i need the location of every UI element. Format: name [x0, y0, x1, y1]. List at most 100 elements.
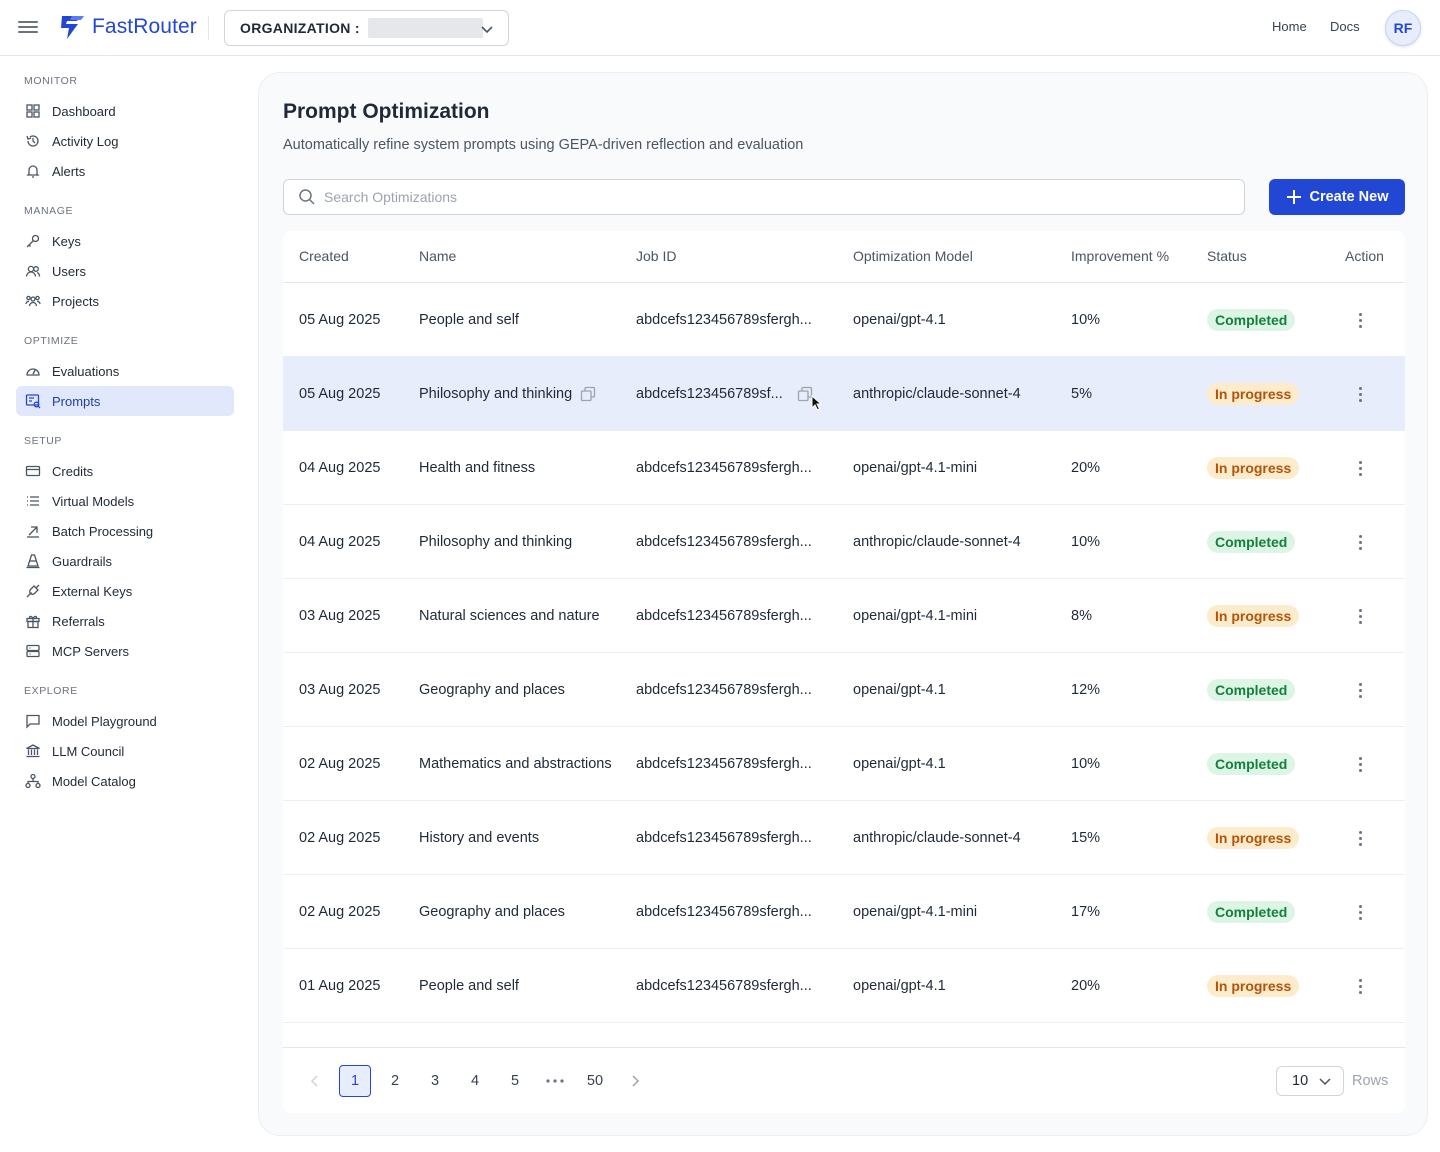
sidebar-item-activity-log[interactable]: Activity Log: [16, 126, 234, 156]
sidebar-item-credits[interactable]: Credits: [16, 456, 234, 486]
users-icon: [24, 262, 42, 280]
organization-select[interactable]: ORGANIZATION :: [224, 10, 509, 46]
sidebar-item-prompts[interactable]: Prompts: [16, 386, 234, 416]
table-row[interactable]: 02 Aug 2025 History and events abdcefs1234…: [283, 801, 1405, 875]
menu-icon[interactable]: [18, 18, 38, 38]
sidebar-item-evaluations[interactable]: Evaluations: [16, 356, 234, 386]
docs-link[interactable]: Docs: [1330, 19, 1360, 34]
page-button-5[interactable]: 5: [499, 1065, 531, 1097]
improvement-value: 10%: [1071, 312, 1101, 328]
table-row[interactable]: 04 Aug 2025 Philosophy and thinking abdcef…: [283, 505, 1405, 579]
table-row[interactable]: 05 Aug 2025 People and self abdcefs1234567…: [283, 283, 1405, 357]
cell-created: 02 Aug 2025: [299, 727, 380, 801]
cell-created: 05 Aug 2025: [299, 283, 380, 357]
more-options-icon[interactable]: [1351, 531, 1370, 554]
app-logo[interactable]: FastRouter: [58, 14, 197, 40]
cell-improvement: 10%: [1071, 283, 1100, 357]
table-row[interactable]: 03 Aug 2025 Natural sciences and nature ab…: [283, 579, 1405, 653]
table-row[interactable]: 03 Aug 2025 Geography and places abdcefs12…: [283, 653, 1405, 727]
sidebar-item-model-playground[interactable]: Model Playground: [16, 706, 234, 736]
home-link[interactable]: Home: [1272, 19, 1307, 34]
column-header-name[interactable]: Name: [419, 248, 456, 264]
status-badge: Completed: [1207, 753, 1296, 775]
page-button-50[interactable]: 50: [579, 1065, 611, 1097]
more-options-icon[interactable]: [1351, 679, 1370, 702]
table-row[interactable]: 02 Aug 2025 Mathematics and abstractions a…: [283, 727, 1405, 801]
sidebar-item-virtual-models[interactable]: Virtual Models: [16, 486, 234, 516]
arrow-up-right-icon: [24, 522, 42, 540]
sidebar-item-external-keys[interactable]: External Keys: [16, 576, 234, 606]
create-new-button[interactable]: Create New: [1269, 179, 1405, 215]
sidebar-item-projects[interactable]: Projects: [16, 286, 234, 316]
more-options-icon[interactable]: [1351, 383, 1370, 406]
more-options-icon[interactable]: [1351, 901, 1370, 924]
status-badge: Completed: [1207, 901, 1296, 923]
grid-icon: [24, 102, 42, 120]
job-id: abdcefs123456789sfergh...: [636, 534, 812, 550]
page-button-1[interactable]: 1: [339, 1065, 371, 1097]
cell-status: Completed: [1207, 875, 1296, 949]
cell-name: People and self: [419, 283, 624, 357]
rows-per-page-select[interactable]: 10: [1276, 1066, 1344, 1096]
sidebar-item-label: Virtual Models: [52, 493, 135, 509]
column-header-created[interactable]: Created: [299, 248, 349, 264]
sidebar-item-dashboard[interactable]: Dashboard: [16, 96, 234, 126]
status-badge: Completed: [1207, 309, 1296, 331]
page-button-4[interactable]: 4: [459, 1065, 491, 1097]
sidebar-item-users[interactable]: Users: [16, 256, 234, 286]
sidebar-item-batch-processing[interactable]: Batch Processing: [16, 516, 234, 546]
optimization-model: openai/gpt-4.1: [853, 312, 946, 328]
column-header-job-id[interactable]: Job ID: [636, 248, 676, 264]
improvement-value: 15%: [1071, 830, 1101, 846]
cell-status: Completed: [1207, 283, 1296, 357]
table-row[interactable]: 02 Aug 2025 Geography and places abdcefs12…: [283, 875, 1405, 949]
status-badge: Completed: [1207, 679, 1296, 701]
top-bar: FastRouter ORGANIZATION : Home Docs RF: [0, 0, 1440, 56]
sidebar-item-label: Activity Log: [52, 133, 119, 149]
cell-created: 03 Aug 2025: [299, 579, 380, 653]
sidebar-item-llm-council[interactable]: LLM Council: [16, 736, 234, 766]
cell-improvement: 8%: [1071, 579, 1092, 653]
list-icon: [24, 492, 42, 510]
chevron-down-icon: [481, 26, 493, 34]
column-header-improvement[interactable]: Improvement %: [1071, 248, 1169, 264]
create-new-label: Create New: [1309, 189, 1389, 205]
cell-model: openai/gpt-4.1-mini: [853, 579, 977, 653]
more-options-icon[interactable]: [1351, 827, 1370, 850]
table-header: Created Name Job ID Optimization Model I…: [283, 231, 1405, 283]
sidebar-item-mcp-servers[interactable]: MCP Servers: [16, 636, 234, 666]
page-button-3[interactable]: 3: [419, 1065, 451, 1097]
optimization-model: anthropic/claude-sonnet-4: [853, 386, 1021, 402]
cell-status: In progress: [1207, 801, 1300, 875]
table-row[interactable]: 05 Aug 2025 Philosophy and thinking abdcef…: [283, 357, 1405, 431]
created-date: 02 Aug 2025: [299, 904, 381, 920]
status-badge: Completed: [1207, 531, 1296, 553]
sidebar-item-model-catalog[interactable]: Model Catalog: [16, 766, 234, 796]
cell-action: [1351, 283, 1370, 357]
sidebar-item-guardrails[interactable]: Guardrails: [16, 546, 234, 576]
table-row[interactable]: 01 Aug 2025 People and self abdcefs1234567…: [283, 949, 1405, 1023]
page-button-2[interactable]: 2: [379, 1065, 411, 1097]
search-box[interactable]: [283, 179, 1245, 215]
more-options-icon[interactable]: [1351, 309, 1370, 332]
more-options-icon[interactable]: [1351, 457, 1370, 480]
table-row[interactable]: 04 Aug 2025 Health and fitness abdcefs1234…: [283, 431, 1405, 505]
copy-icon[interactable]: [580, 386, 596, 402]
cell-created: 04 Aug 2025: [299, 431, 380, 505]
previous-page-button[interactable]: [299, 1065, 331, 1097]
section-title-explore: EXPLORE: [24, 685, 78, 697]
column-header-model[interactable]: Optimization Model: [853, 248, 973, 264]
more-options-icon[interactable]: [1351, 605, 1370, 628]
column-header-status[interactable]: Status: [1207, 248, 1247, 264]
more-options-icon[interactable]: [1351, 975, 1370, 998]
cell-name: Health and fitness: [419, 431, 624, 505]
search-input[interactable]: [324, 189, 1204, 205]
next-page-button[interactable]: [619, 1065, 651, 1097]
sidebar-item-keys[interactable]: Keys: [16, 226, 234, 256]
more-options-icon[interactable]: [1351, 753, 1370, 776]
ellipsis-icon[interactable]: [539, 1065, 571, 1097]
sidebar-item-alerts[interactable]: Alerts: [16, 156, 234, 186]
sidebar-item-referrals[interactable]: Referrals: [16, 606, 234, 636]
user-avatar[interactable]: RF: [1385, 10, 1421, 46]
cell-created: 03 Aug 2025: [299, 653, 380, 727]
